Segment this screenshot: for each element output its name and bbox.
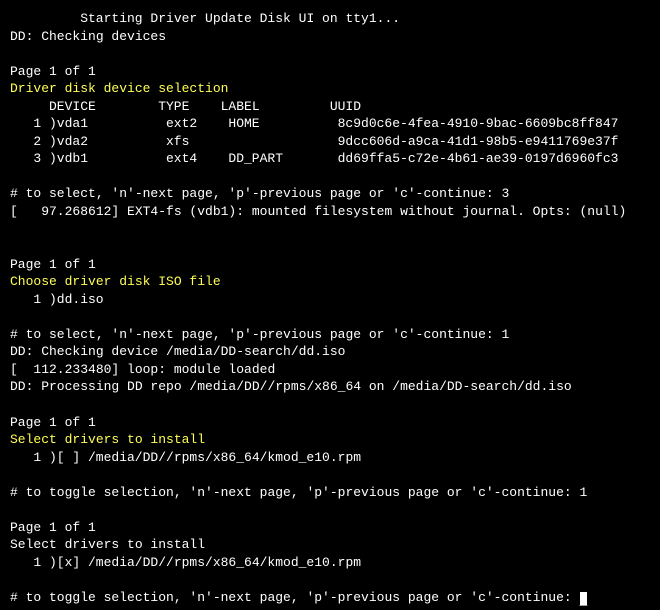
checkbox[interactable]: [ ]: [57, 449, 88, 467]
row-device: vda2: [57, 133, 166, 151]
row-type: xfs: [166, 133, 228, 151]
select-prompt[interactable]: # to select, 'n'-next page, 'p'-previous…: [10, 185, 650, 203]
row-uuid: 9dcc606d-a9ca-41d1-98b5-e9411769e37f: [338, 133, 650, 151]
row-uuid: dd69ffa5-c72e-4b61-ae39-0197d6960fc3: [338, 150, 650, 168]
select-prompt[interactable]: # to select, 'n'-next page, 'p'-previous…: [10, 326, 650, 344]
iso-name: dd.iso: [57, 291, 104, 309]
toggle-prompt[interactable]: # to toggle selection, 'n'-next page, 'p…: [10, 484, 650, 502]
row-type: ext4: [166, 150, 228, 168]
row-index: 1: [10, 449, 49, 467]
page-label: Page 1 of 1: [10, 256, 650, 274]
list-item[interactable]: 1) dd.iso: [10, 291, 650, 309]
row-index: 1: [10, 554, 49, 572]
row-uuid: 8c9d0c6e-4fea-4910-9bac-6609bc8ff847: [338, 115, 650, 133]
row-label: [228, 133, 337, 151]
section-title-iso: Choose driver disk ISO file: [10, 273, 650, 291]
row-label: HOME: [228, 115, 337, 133]
page-label: Page 1 of 1: [10, 519, 650, 537]
row-index: 3: [10, 150, 49, 168]
page-label: Page 1 of 1: [10, 63, 650, 81]
table-row[interactable]: 2) vda2 xfs 9dcc606d-a9ca-41d1-98b5-e941…: [10, 133, 650, 151]
col-uuid: UUID: [330, 98, 650, 116]
row-index: 1: [10, 115, 49, 133]
list-item[interactable]: 1) [ ] /media/DD//rpms/x86_64/kmod_e10.r…: [10, 449, 650, 467]
row-label: DD_PART: [228, 150, 337, 168]
blank: [10, 501, 650, 519]
driver-path: /media/DD//rpms/x86_64/kmod_e10.rpm: [88, 554, 361, 572]
blank: [10, 572, 650, 590]
table-row[interactable]: 1) vda1 ext2 HOME 8c9d0c6e-4fea-4910-9ba…: [10, 115, 650, 133]
row-device: vdb1: [57, 150, 166, 168]
row-index: 1: [10, 291, 49, 309]
blank: [10, 168, 650, 186]
checkbox[interactable]: [x]: [57, 554, 88, 572]
driver-path: /media/DD//rpms/x86_64/kmod_e10.rpm: [88, 449, 361, 467]
row-type: ext2: [166, 115, 228, 133]
blank: [10, 396, 650, 414]
row-index: 2: [10, 133, 49, 151]
dd-msg: DD: Processing DD repo /media/DD//rpms/x…: [10, 378, 650, 396]
section-title-drivers: Select drivers to install: [10, 431, 650, 449]
kernel-msg: [ 112.233480] loop: module loaded: [10, 361, 650, 379]
page-label: Page 1 of 1: [10, 414, 650, 432]
table-row[interactable]: 3) vdb1 ext4 DD_PART dd69ffa5-c72e-4b61-…: [10, 150, 650, 168]
list-item[interactable]: 1) [x] /media/DD//rpms/x86_64/kmod_e10.r…: [10, 554, 650, 572]
col-device: DEVICE: [49, 98, 158, 116]
blank: [10, 238, 650, 256]
blank: [10, 45, 650, 63]
row-device: vda1: [57, 115, 166, 133]
device-table-header: DEVICE TYPE LABEL UUID: [10, 98, 650, 116]
col-label: LABEL: [221, 98, 330, 116]
banner-line: Starting Driver Update Disk UI on tty1..…: [10, 10, 650, 28]
blank: [10, 221, 650, 239]
cursor-icon: _: [580, 592, 588, 605]
blank: [10, 466, 650, 484]
dd-msg: DD: Checking device /media/DD-search/dd.…: [10, 343, 650, 361]
section-title-devices: Driver disk device selection: [10, 80, 650, 98]
blank: [10, 308, 650, 326]
col-type: TYPE: [158, 98, 220, 116]
section-title-drivers: Select drivers to install: [10, 536, 650, 554]
toggle-prompt[interactable]: # to toggle selection, 'n'-next page, 'p…: [10, 589, 650, 607]
dd-check-line: DD: Checking devices: [10, 28, 650, 46]
kernel-msg: [ 97.268612] EXT4-fs (vdb1): mounted fil…: [10, 203, 650, 221]
